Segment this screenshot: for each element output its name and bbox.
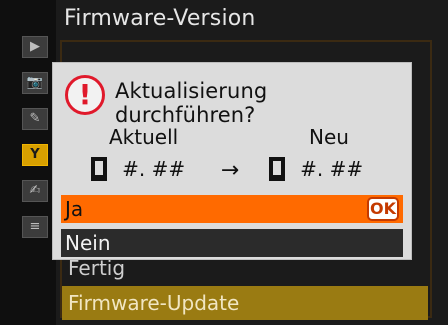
current-label: Aktuell xyxy=(109,125,179,149)
ok-button-icon: OK xyxy=(367,197,399,221)
new-label: Neu xyxy=(309,125,349,149)
new-version-value: #. ## xyxy=(300,157,364,181)
playback-icon[interactable]: ▶ xyxy=(22,36,48,58)
my-menu-icon[interactable]: ≡ xyxy=(22,216,48,238)
dialog-title: Aktualisierung durchführen? xyxy=(115,79,268,127)
retouch-icon[interactable]: ✍ xyxy=(22,180,48,202)
option-ja[interactable]: Ja OK xyxy=(61,195,403,223)
option-nein-label: Nein xyxy=(65,231,111,255)
camera-menu-screen: ▶ 📷 ✎ Y ✍ ≡ Firmware-Version Fertig Firm… xyxy=(0,0,448,325)
menu-tabs-rail: ▶ 📷 ✎ Y ✍ ≡ xyxy=(0,0,56,325)
update-confirm-dialog: ! Aktualisierung durchführen? Aktuell Ne… xyxy=(52,62,412,260)
camera-icon[interactable]: 📷 xyxy=(22,72,48,94)
memory-card-icon xyxy=(91,157,107,181)
option-ja-label: Ja xyxy=(65,197,84,221)
warning-icon: ! xyxy=(65,75,105,115)
page-title: Firmware-Version xyxy=(64,6,256,31)
new-version-row: #. ## xyxy=(269,157,363,187)
current-version-value: #. ## xyxy=(122,157,186,181)
memory-card-icon xyxy=(269,157,285,181)
arrow-right-icon: → xyxy=(220,158,240,183)
pencil-icon[interactable]: ✎ xyxy=(22,108,48,130)
current-version-row: #. ## xyxy=(91,157,185,187)
wrench-icon[interactable]: Y xyxy=(22,144,48,166)
menu-item-firmware-update[interactable]: Firmware-Update xyxy=(62,286,428,320)
option-nein[interactable]: Nein xyxy=(61,229,403,257)
